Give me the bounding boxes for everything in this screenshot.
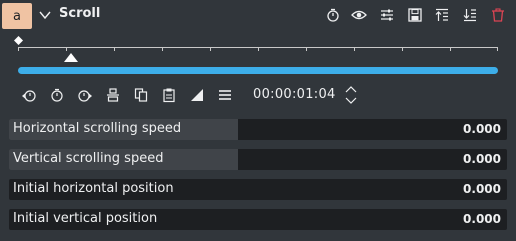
eye-icon[interactable] [351,7,367,23]
timecode-up-icon[interactable] [344,85,358,94]
menu-icon[interactable] [217,87,233,103]
param-slider-initial-vertical[interactable]: Initial vertical position 0.000 [9,209,507,230]
param-label: Vertical scrolling speed [13,151,164,166]
previous-keyframe-icon[interactable] [21,87,37,103]
param-value: 0.000 [463,122,501,136]
keyframe-marker-icon[interactable] [14,36,23,45]
param-value: 0.000 [463,152,501,166]
ruler-tick [306,47,307,51]
param-value: 0.000 [463,212,501,226]
param-slider-initial-horizontal[interactable]: Initial horizontal position 0.000 [9,179,507,200]
param-label: Horizontal scrolling speed [13,121,182,136]
add-keyframe-icon[interactable] [49,87,65,103]
paste-icon[interactable] [161,87,177,103]
delete-icon[interactable] [490,7,506,23]
timecode-down-icon[interactable] [344,96,358,105]
param-slider-horizontal-speed[interactable]: Horizontal scrolling speed 0.000 [9,119,507,140]
ruler-tick [450,47,451,51]
ruler-tick [210,47,211,51]
ruler-tick [66,47,67,51]
next-keyframe-icon[interactable] [77,87,93,103]
ruler-tick [114,47,115,51]
param-value: 0.000 [463,182,501,196]
timeline-position-bar[interactable] [18,67,498,74]
effect-title: Scroll [59,6,101,21]
ruler-tick [18,47,19,51]
move-down-icon[interactable] [462,7,478,23]
ruler-tick [354,47,355,51]
ruler-tick [162,47,163,51]
param-slider-vertical-speed[interactable]: Vertical scrolling speed 0.000 [9,149,507,170]
ruler-tick [402,47,403,51]
move-up-icon[interactable] [434,7,450,23]
keyframe-timer-icon[interactable] [325,7,341,23]
effect-panel: a Scroll 00:00:01:04 Horizontal scrollin… [0,0,516,241]
ruler-tick [258,47,259,51]
playhead-marker-icon[interactable] [63,53,78,62]
param-label: Initial vertical position [13,211,158,226]
param-label: Initial horizontal position [13,181,174,196]
timecode-display[interactable]: 00:00:01:04 [253,87,336,102]
ruler-tick [497,47,498,51]
effect-color-badge[interactable]: a [2,3,32,29]
copy-icon[interactable] [133,87,149,103]
save-icon[interactable] [407,7,423,23]
collapse-chevron-icon[interactable] [38,8,52,22]
interpolation-icon[interactable] [189,87,205,103]
align-center-icon[interactable] [105,87,121,103]
settings-sliders-icon[interactable] [379,7,395,23]
